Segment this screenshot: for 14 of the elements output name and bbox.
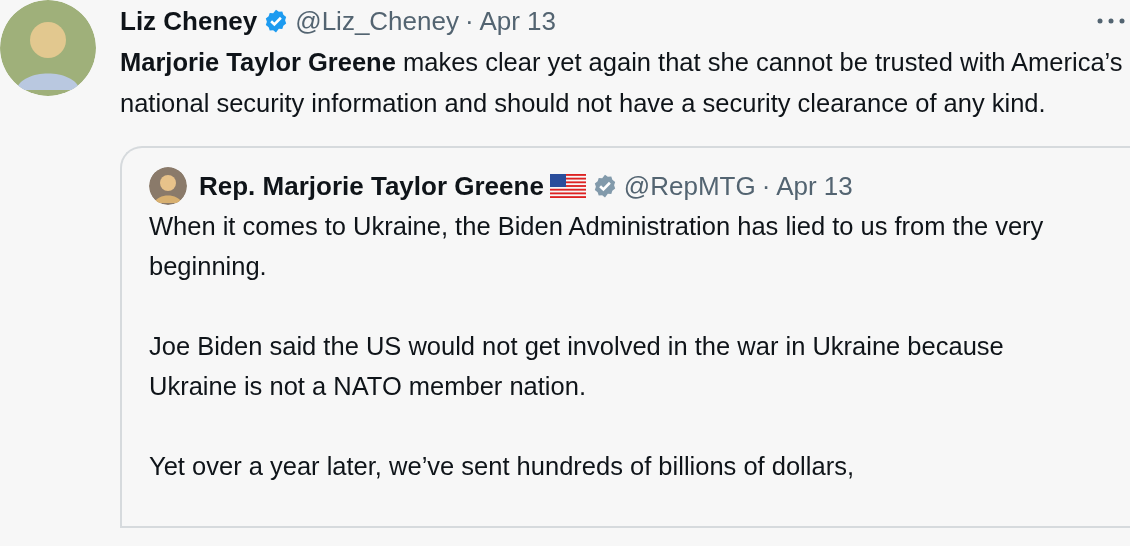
author-name[interactable]: Liz Cheney bbox=[120, 5, 258, 37]
avatar bbox=[149, 167, 187, 205]
author-handle: @RepMTG bbox=[623, 170, 756, 202]
tweet-date[interactable]: · Apr 13 bbox=[464, 5, 557, 37]
flag-icon bbox=[549, 174, 586, 198]
tweet-text: Marjorie Taylor Greene makes clear yet again that she cannot be trusted with America’s national security information and should not have a security clearance of any kind. bbox=[120, 47, 1124, 119]
quoted-tweet-card[interactable] bbox=[120, 146, 1130, 528]
quoted-tweet-text: When it comes to Ukraine, the Biden Administration has lied to us from the very beginning. bbox=[149, 211, 1045, 282]
tweet-date: · Apr 13 bbox=[761, 170, 853, 202]
more-icon[interactable] bbox=[1096, 17, 1126, 25]
quoted-tweet-text: Yet over a year later, we’ve sent hundreds of billions of dollars, bbox=[149, 451, 855, 482]
author-handle[interactable]: @Liz_Cheney bbox=[295, 5, 459, 37]
author-name: Rep. Marjorie Taylor Greene bbox=[199, 170, 544, 202]
quoted-tweet-text: Joe Biden said the US would not get involved in the war in Ukraine because Ukraine is not a NATO member nation. bbox=[149, 331, 1005, 402]
